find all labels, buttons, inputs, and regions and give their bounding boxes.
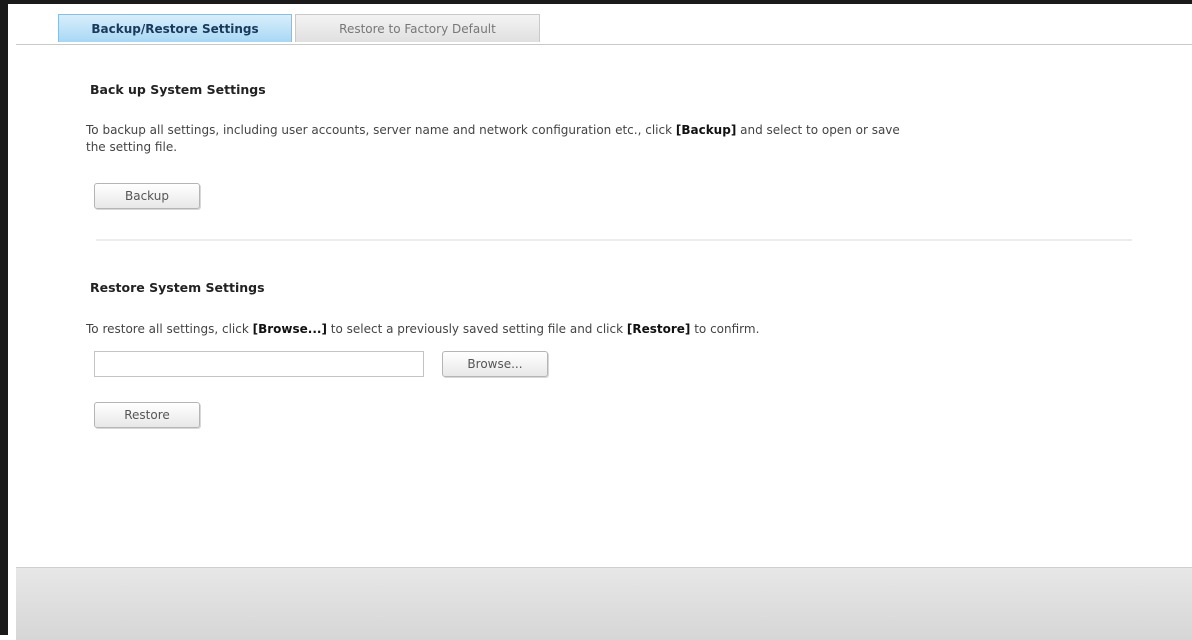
tab-bar: Backup/Restore Settings Restore to Facto… — [16, 8, 1192, 45]
tab-label: Backup/Restore Settings — [91, 21, 259, 36]
app-window: Backup/Restore Settings Restore to Facto… — [0, 0, 1192, 640]
restore-desc-text: To restore all settings, click — [86, 322, 253, 336]
backup-description: To backup all settings, including user a… — [86, 122, 1146, 156]
backup-button[interactable]: Backup — [94, 183, 200, 209]
backup-desc-bold: [Backup] — [675, 123, 737, 137]
backup-desc-text: To backup all settings, including user a… — [86, 123, 676, 137]
restore-file-field[interactable] — [94, 351, 424, 377]
restore-desc-text-end: to confirm. — [690, 322, 760, 336]
backup-section-title: Back up System Settings — [90, 82, 266, 97]
section-divider — [96, 239, 1132, 241]
restore-button[interactable]: Restore — [94, 402, 200, 428]
tab-label: Restore to Factory Default — [339, 21, 496, 36]
restore-desc-bold-restore: [Restore] — [626, 322, 691, 336]
tab-restore-to-factory-default[interactable]: Restore to Factory Default — [295, 14, 540, 42]
tab-backup-restore-settings[interactable]: Backup/Restore Settings — [58, 14, 292, 42]
restore-section-title: Restore System Settings — [90, 280, 265, 295]
footer-bar — [16, 567, 1192, 640]
backup-desc-line2: the setting file. — [86, 140, 178, 154]
browse-button[interactable]: Browse... — [442, 351, 548, 377]
restore-description: To restore all settings, click [Browse..… — [86, 321, 1146, 338]
restore-desc-text-mid: to select a previously saved setting fil… — [326, 322, 627, 336]
backup-desc-text-end: and select to open or save — [736, 123, 900, 137]
restore-desc-bold-browse: [Browse...] — [252, 322, 327, 336]
